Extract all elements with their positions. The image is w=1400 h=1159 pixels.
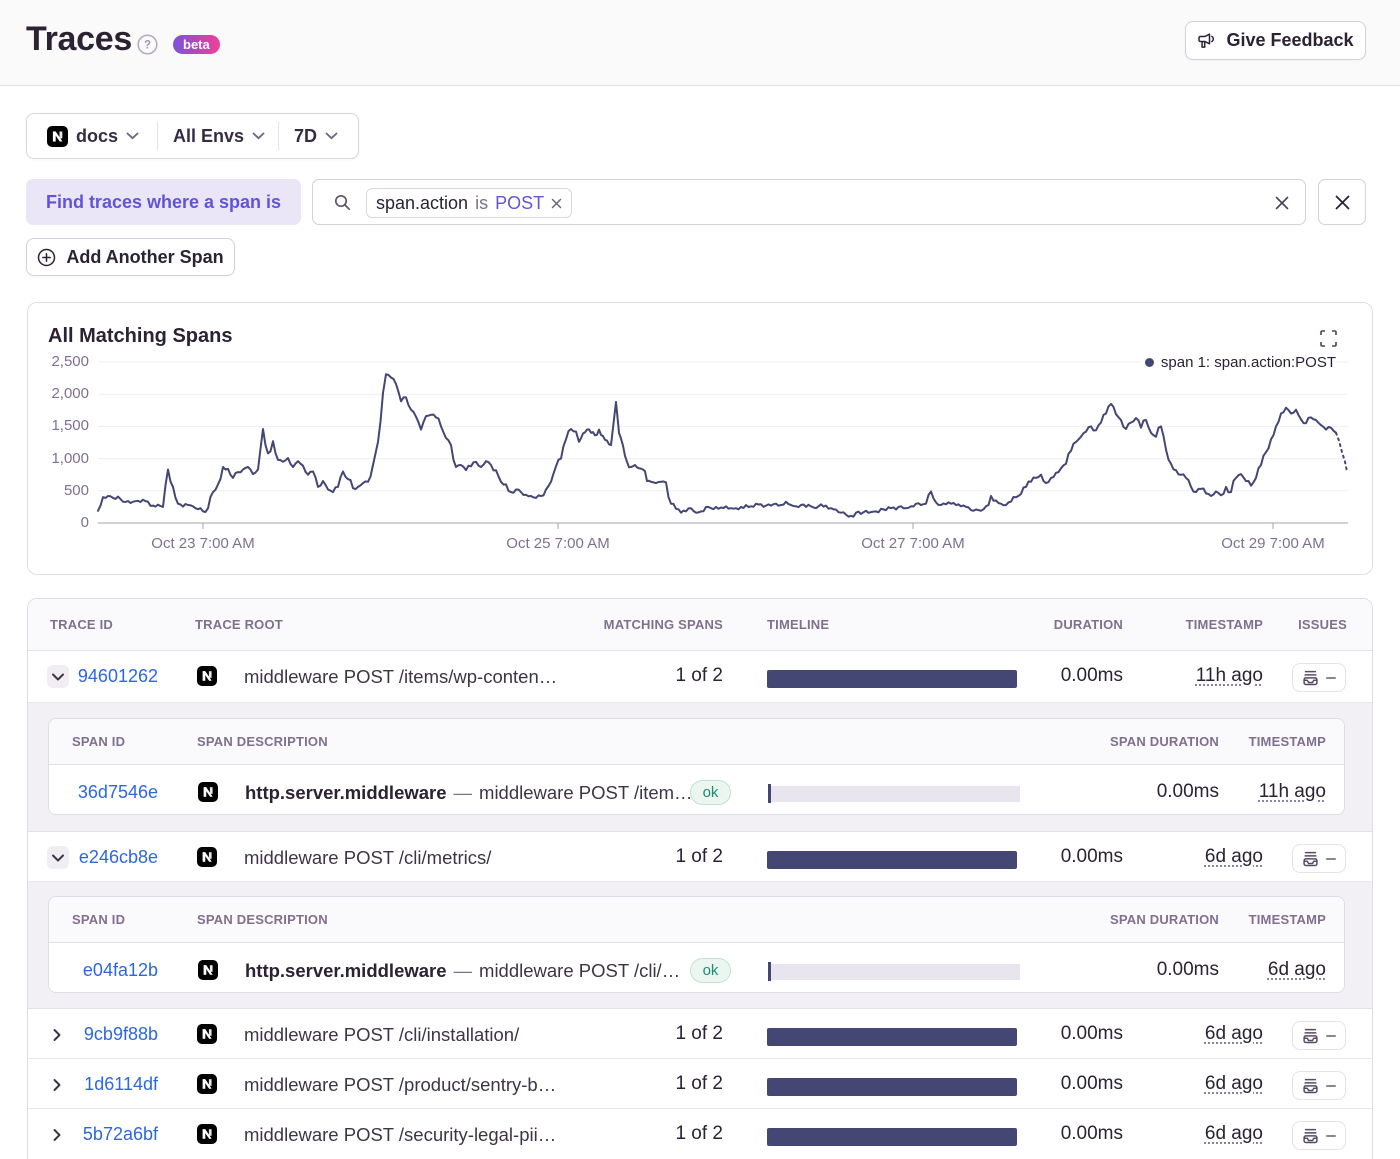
svg-text:?: ? — [144, 40, 151, 52]
